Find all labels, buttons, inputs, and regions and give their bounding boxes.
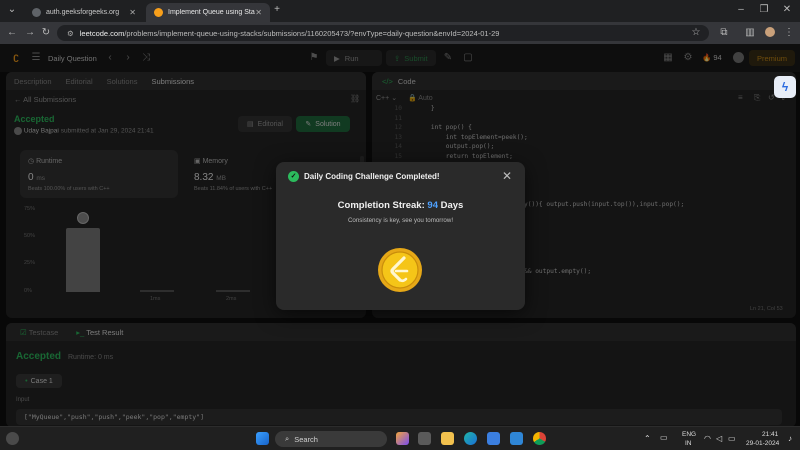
weather-icon[interactable]: [6, 432, 19, 445]
modal-title: Daily Coding Challenge Completed!: [304, 172, 440, 181]
chrome-icon[interactable]: [533, 432, 546, 445]
forward-icon[interactable]: →: [24, 27, 36, 39]
chevron-up-icon[interactable]: ⌃: [644, 434, 651, 443]
start-windows-icon[interactable]: [256, 432, 269, 445]
extensions-icon[interactable]: ⧉: [718, 27, 730, 39]
copilot-icon[interactable]: [396, 432, 409, 445]
url-host: leetcode.com: [79, 28, 125, 38]
daily-challenge-modal: ✓ Daily Coding Challenge Completed! ✕ Co…: [276, 162, 525, 310]
vscode-icon[interactable]: [510, 432, 523, 445]
reload-icon[interactable]: ↻: [40, 27, 52, 39]
close-icon[interactable]: ✕: [500, 169, 514, 183]
widgets-tray-icon[interactable]: ▭: [660, 433, 668, 442]
address-bar[interactable]: ⚙ leetcode.com /problems/implement-queue…: [57, 25, 709, 41]
bookmark-star-icon[interactable]: ☆: [690, 27, 702, 39]
notification-bell-icon[interactable]: ♪: [788, 434, 792, 443]
search-icon: ⌕: [285, 434, 290, 443]
lang-line2[interactable]: IN: [685, 440, 692, 447]
clock-time[interactable]: 21:41: [762, 431, 778, 438]
edge-icon[interactable]: [464, 432, 477, 445]
taskbar-search[interactable]: ⌕ Search: [275, 431, 387, 447]
restore-icon[interactable]: ❐: [758, 4, 770, 16]
url-path: /problems/implement-queue-using-stacks/s…: [124, 28, 500, 38]
windows-taskbar: ⌕ Search ⌃ ▭ ENG IN ◠ ◁ ▭ 21:41 29-01-20…: [0, 426, 800, 450]
window-close-icon[interactable]: ✕: [781, 4, 793, 16]
lightning-icon: ϟ: [781, 80, 789, 94]
close-tab-icon[interactable]: ✕: [129, 8, 136, 17]
tab-search-icon[interactable]: ⌄: [6, 4, 18, 16]
task-view-icon[interactable]: [418, 432, 431, 445]
battery-icon[interactable]: ▭: [728, 434, 736, 443]
new-tab-icon[interactable]: +: [271, 4, 283, 16]
leetcode-coin-icon: [378, 248, 422, 292]
tab-leetcode[interactable]: Implement Queue using Stacks ✕: [146, 3, 270, 22]
lang-line1[interactable]: ENG: [682, 431, 696, 438]
sidepanel-icon[interactable]: ▥: [744, 27, 756, 39]
streak-days-value: 94: [427, 200, 438, 211]
browser-tab-bar: ⌄ auth.geeksforgeeks.org ✕ Implement Que…: [0, 0, 800, 22]
check-circle-icon: ✓: [288, 171, 299, 182]
minimize-icon[interactable]: –: [735, 4, 747, 16]
profile-avatar[interactable]: [764, 27, 776, 39]
browser-toolbar: ← → ↻ ⚙ leetcode.com /problems/implement…: [0, 22, 800, 44]
file-explorer-icon[interactable]: [441, 432, 454, 445]
wifi-icon[interactable]: ◠: [704, 434, 711, 443]
leetcode-favicon-icon: [154, 8, 163, 17]
back-icon[interactable]: ←: [6, 27, 18, 39]
close-tab-icon[interactable]: ✕: [255, 8, 262, 17]
completion-streak: Completion Streak: 94 Days: [337, 200, 464, 211]
tab-geeksforgeeks[interactable]: auth.geeksforgeeks.org ✕: [24, 3, 144, 22]
site-info-icon[interactable]: ⚙: [67, 29, 74, 38]
volume-icon[interactable]: ◁: [716, 434, 722, 443]
menu-kebab-icon[interactable]: ⋮: [783, 27, 795, 39]
clock-date[interactable]: 29-01-2024: [746, 440, 779, 447]
globe-icon: [32, 8, 41, 17]
floating-assistant-button[interactable]: ϟ: [774, 76, 796, 98]
modal-message: Consistency is key, see you tomorrow!: [347, 217, 454, 224]
store-icon[interactable]: [487, 432, 500, 445]
